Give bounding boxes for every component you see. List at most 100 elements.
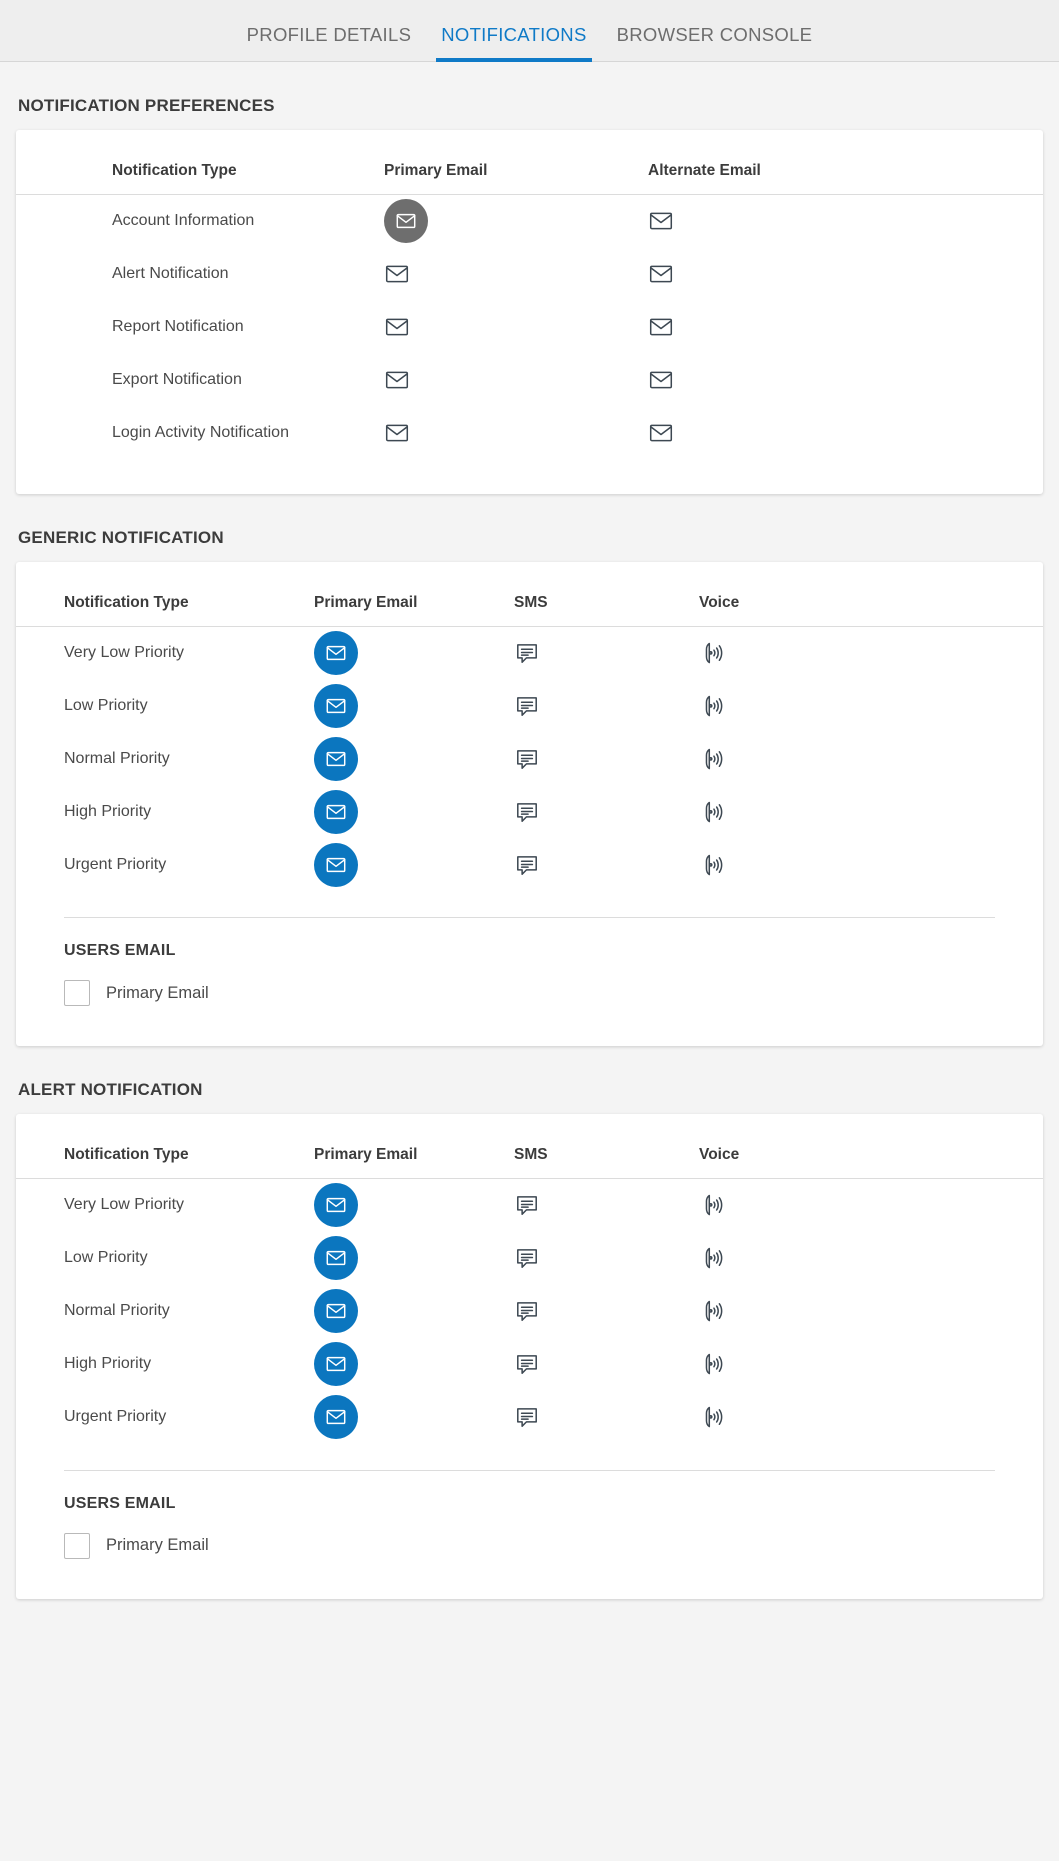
sms-toggle[interactable] [514,1391,699,1444]
primary-email-toggle[interactable] [314,1338,514,1391]
notification-preferences-table: Notification Type Primary Email Alternat… [16,130,1043,460]
alert-notification-table: Notification Type Primary Email SMS Voic… [16,1114,1043,1444]
primary-email-toggle[interactable] [384,248,648,301]
sms-toggle[interactable] [514,1285,699,1338]
voice-icon[interactable] [699,1194,725,1222]
envelope-icon[interactable] [648,314,674,340]
alternate-email-toggle[interactable] [648,195,1043,248]
sms-toggle[interactable] [514,1232,699,1285]
sms-toggle[interactable] [514,838,699,891]
tab-notifications[interactable]: NOTIFICATIONS [426,25,601,62]
primary-email-toggle[interactable] [314,732,514,785]
sms-icon[interactable] [514,1355,540,1381]
users-email-checkbox-row[interactable]: Primary Email [64,1532,995,1559]
envelope-icon[interactable] [648,261,674,287]
envelope-icon[interactable] [314,789,358,834]
users-email-title: USERS EMAIL [64,1494,176,1512]
primary-email-toggle[interactable] [384,195,648,248]
primary-email-checkbox[interactable] [64,1532,90,1559]
sms-icon[interactable] [514,1408,540,1434]
voice-toggle[interactable] [699,732,1043,785]
alternate-email-toggle[interactable] [648,407,1043,460]
header-spacer [16,561,64,627]
envelope-icon[interactable] [648,208,674,234]
users-email-checkbox-row[interactable]: Primary Email [64,980,995,1006]
primary-email-toggle[interactable] [314,838,514,891]
voice-icon[interactable] [699,642,725,670]
voice-toggle[interactable] [699,838,1043,891]
voice-icon[interactable] [699,695,725,723]
primary-email-toggle[interactable] [314,1391,514,1444]
primary-email-checkbox-label: Primary Email [106,1536,209,1554]
sms-toggle[interactable] [514,1179,699,1232]
sms-icon[interactable] [514,696,540,723]
envelope-icon[interactable] [314,1395,358,1439]
envelope-icon[interactable] [314,736,358,781]
primary-email-toggle[interactable] [314,785,514,838]
sms-toggle[interactable] [514,679,699,732]
voice-icon[interactable] [699,801,725,829]
envelope-icon[interactable] [314,1236,358,1280]
header-spacer [16,1114,64,1179]
primary-email-toggle[interactable] [314,1179,514,1232]
row-label: Low Priority [64,1249,148,1266]
sms-toggle[interactable] [514,626,699,679]
voice-icon[interactable] [699,1406,725,1434]
sms-toggle[interactable] [514,732,699,785]
column-header-sms: SMS [514,1114,699,1179]
alternate-email-toggle[interactable] [648,301,1043,354]
sms-icon[interactable] [514,855,540,882]
voice-toggle[interactable] [699,1338,1043,1391]
envelope-icon[interactable] [314,842,358,887]
envelope-icon[interactable] [314,1289,358,1333]
sms-icon[interactable] [514,1196,540,1222]
primary-email-toggle[interactable] [314,626,514,679]
alternate-email-toggle[interactable] [648,354,1043,407]
envelope-icon[interactable] [648,420,674,446]
primary-email-toggle[interactable] [314,1232,514,1285]
sms-icon[interactable] [514,802,540,829]
row-label: Export Notification [112,371,242,388]
sms-icon[interactable] [514,1302,540,1328]
voice-toggle[interactable] [699,1285,1043,1338]
envelope-icon[interactable] [384,420,410,446]
row-label: Alert Notification [112,265,229,282]
voice-toggle[interactable] [699,1391,1043,1444]
voice-icon[interactable] [699,1300,725,1328]
envelope-icon[interactable] [384,261,410,287]
voice-icon[interactable] [699,748,725,776]
sms-toggle[interactable] [514,1338,699,1391]
alternate-email-toggle[interactable] [648,248,1043,301]
envelope-icon[interactable] [384,367,410,393]
primary-email-checkbox[interactable] [64,980,90,1006]
column-header-primary-email: Primary Email [314,561,514,627]
primary-email-toggle[interactable] [314,679,514,732]
voice-toggle[interactable] [699,1179,1043,1232]
voice-toggle[interactable] [699,785,1043,838]
voice-toggle[interactable] [699,626,1043,679]
voice-toggle[interactable] [699,1232,1043,1285]
sms-toggle[interactable] [514,785,699,838]
envelope-icon[interactable] [648,367,674,393]
envelope-icon[interactable] [384,314,410,340]
voice-icon[interactable] [699,1353,725,1381]
primary-email-toggle[interactable] [384,301,648,354]
envelope-icon[interactable] [314,683,358,728]
voice-icon[interactable] [699,854,725,882]
voice-toggle[interactable] [699,679,1043,732]
primary-email-toggle[interactable] [384,407,648,460]
primary-email-toggle[interactable] [314,1285,514,1338]
sms-icon[interactable] [514,643,540,670]
envelope-icon[interactable] [314,1342,358,1386]
table-row: Normal Priority [16,732,1043,785]
tab-profile-details[interactable]: PROFILE DETAILS [232,25,427,62]
envelope-icon[interactable] [314,630,358,675]
tab-browser-console[interactable]: BROWSER CONSOLE [602,25,828,62]
sms-icon[interactable] [514,1249,540,1275]
envelope-icon[interactable] [314,1183,358,1228]
primary-email-toggle[interactable] [384,354,648,407]
envelope-icon[interactable] [384,199,428,244]
voice-icon[interactable] [699,1247,725,1275]
sms-icon[interactable] [514,749,540,776]
column-header-voice: Voice [699,561,1043,627]
